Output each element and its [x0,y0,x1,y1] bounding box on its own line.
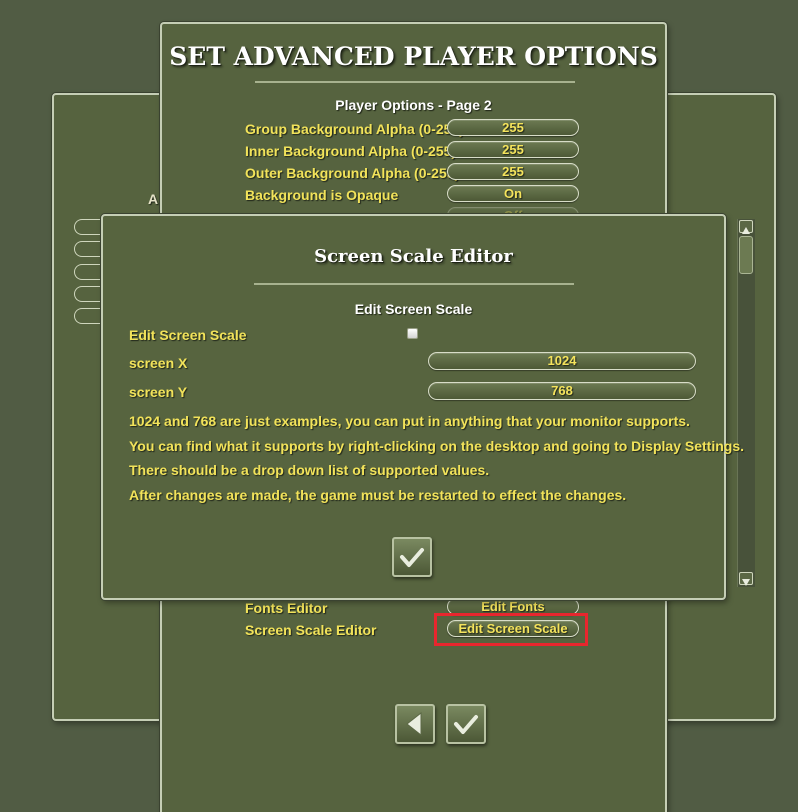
dialog-confirm-button[interactable] [392,537,432,577]
dialog-title: Screen Scale Editor [314,246,513,267]
back-panel-stub-button[interactable] [74,219,104,235]
option-label-opaque: Background is Opaque [245,187,399,203]
outer-alpha-field[interactable]: 255 [447,163,579,180]
note-line: After changes are made, the game must be… [129,487,627,503]
option-label-group-alpha: Group Background Alpha (0-255) [245,121,464,137]
note-line: You can find what it supports by right-c… [129,438,744,454]
checkmark-icon [400,548,424,567]
title-divider [255,81,575,83]
back-panel-stub-button[interactable] [74,241,104,257]
screen-y-input[interactable]: 768 [428,382,696,400]
page-subtitle: Player Options - Page 2 [335,97,492,113]
screen-x-input[interactable]: 1024 [428,352,696,370]
scroll-down-button[interactable] [739,572,753,586]
arrow-up-icon [742,227,750,234]
option-label-outer-alpha: Outer Background Alpha (0-255) [245,165,460,181]
note-line: There should be a drop down list of supp… [129,462,490,478]
screen-y-label: screen Y [129,384,188,400]
opaque-toggle[interactable]: On [447,185,579,202]
options-scrollbar[interactable] [737,219,755,587]
highlight-box [434,613,588,646]
back-panel-stub-button[interactable] [74,264,104,280]
page-title: SET ADVANCED PLAYER OPTIONS [169,42,658,71]
back-panel-stub-button[interactable] [74,308,104,324]
back-panel-stub-button[interactable] [74,286,104,302]
edit-screen-scale-label: Edit Screen Scale [129,327,247,343]
arrow-down-icon [742,579,750,586]
note-line: 1024 and 768 are just examples, you can … [129,413,690,429]
dialog-title-divider [254,283,574,285]
back-panel-partial-text: A [148,191,159,207]
group-alpha-field[interactable]: 255 [447,119,579,136]
fonts-editor-label: Fonts Editor [245,600,328,616]
checkmark-icon [454,715,478,734]
scroll-up-button[interactable] [739,220,753,234]
screen-scale-editor-label: Screen Scale Editor [245,622,377,638]
back-button[interactable] [395,704,435,744]
dialog-subtitle: Edit Screen Scale [354,301,473,317]
option-label-inner-alpha: Inner Background Alpha (0-255) [245,143,457,159]
screen-x-label: screen X [129,355,188,371]
arrow-left-icon [406,711,422,737]
edit-screen-scale-checkbox[interactable] [407,328,418,339]
scroll-thumb[interactable] [739,236,753,274]
inner-alpha-field[interactable]: 255 [447,141,579,158]
confirm-button[interactable] [446,704,486,744]
